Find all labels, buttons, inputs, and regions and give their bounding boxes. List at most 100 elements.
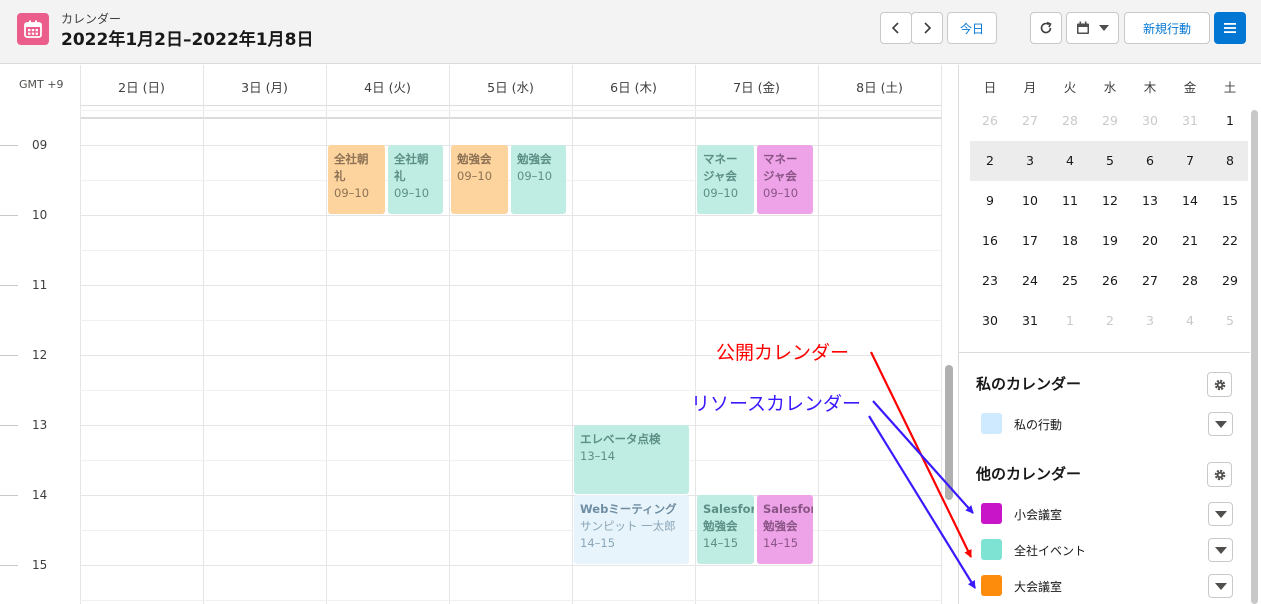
- mini-calendar-day[interactable]: 12: [1090, 193, 1130, 208]
- my-calendars-settings-button[interactable]: [1207, 372, 1232, 397]
- calendar-options-button[interactable]: [1208, 574, 1233, 598]
- page-header: カレンダー 2022年1月2日–2022年1月8日 今日 新規行動: [0, 0, 1261, 64]
- mini-calendar-day[interactable]: 26: [970, 113, 1010, 128]
- event-time: 09–10: [763, 186, 799, 200]
- calendar-options-button[interactable]: [1208, 538, 1233, 562]
- mini-calendar-day[interactable]: 1: [1210, 113, 1250, 128]
- mini-calendar-day[interactable]: 1: [1050, 313, 1090, 328]
- mini-calendar-day[interactable]: 29: [1210, 273, 1250, 288]
- chevron-down-icon: [1215, 421, 1227, 428]
- calendar-color-swatch: [981, 575, 1002, 596]
- timezone-label: GMT +9: [19, 78, 64, 91]
- day-header[interactable]: 4日 (火): [326, 77, 449, 96]
- mini-calendar-day[interactable]: 17: [1010, 233, 1050, 248]
- mini-calendar-day[interactable]: 6: [1130, 153, 1170, 168]
- next-week-button[interactable]: [911, 12, 943, 44]
- mini-calendar-day[interactable]: 4: [1170, 313, 1210, 328]
- calendar-event[interactable]: マネージャ会 09–10: [757, 145, 813, 214]
- gear-icon: [1214, 379, 1226, 391]
- calendar-name: 私の行動: [1014, 418, 1063, 432]
- previous-week-button[interactable]: [880, 12, 912, 44]
- mini-calendar-day[interactable]: 25: [1050, 273, 1090, 288]
- calendar-event[interactable]: Webミーティング サンピット 一太郎 14–15: [574, 495, 689, 564]
- mini-calendar-day[interactable]: 30: [1130, 113, 1170, 128]
- my-calendars-title: 私のカレンダー: [976, 375, 1082, 393]
- hour-label: 15: [32, 558, 48, 572]
- mini-calendar-day[interactable]: 19: [1090, 233, 1130, 248]
- event-title: 勉強会: [517, 152, 552, 166]
- mini-calendar-day[interactable]: 5: [1210, 313, 1250, 328]
- mini-calendar-day[interactable]: 27: [1130, 273, 1170, 288]
- day-header[interactable]: 7日 (金): [695, 77, 818, 96]
- mini-calendar-day[interactable]: 4: [1050, 153, 1090, 168]
- weekday-label: 木: [1143, 80, 1157, 95]
- mini-calendar-day[interactable]: 29: [1090, 113, 1130, 128]
- day-header[interactable]: 5日 (水): [449, 77, 572, 96]
- today-button[interactable]: 今日: [947, 12, 997, 44]
- mini-calendar-day[interactable]: 3: [1010, 153, 1050, 168]
- calendar-view-dropdown[interactable]: [1066, 12, 1119, 44]
- calendar-event[interactable]: 勉強会 09–10: [511, 145, 566, 214]
- mini-calendar-day[interactable]: 2: [1090, 313, 1130, 328]
- mini-calendar-day[interactable]: 8: [1210, 153, 1250, 168]
- calendar-event[interactable]: Salesforce 勉強会 14–15: [697, 495, 754, 564]
- mini-calendar-day[interactable]: 24: [1010, 273, 1050, 288]
- event-time: 09–10: [457, 169, 493, 183]
- mini-calendar-day[interactable]: 9: [970, 193, 1010, 208]
- calendar-event[interactable]: 勉強会 09–10: [451, 145, 508, 214]
- mini-calendar-day[interactable]: 22: [1210, 233, 1250, 248]
- weekday-label: 金: [1183, 80, 1197, 95]
- mini-calendar-day[interactable]: 10: [1010, 193, 1050, 208]
- mini-calendar-day[interactable]: 20: [1130, 233, 1170, 248]
- event-time: 13–14: [580, 449, 616, 463]
- calendar-event[interactable]: エレベータ点検 13–14: [574, 425, 689, 494]
- sidebar-divider: [959, 352, 1250, 353]
- mini-calendar-day[interactable]: 31: [1170, 113, 1210, 128]
- calendar-color-swatch: [981, 413, 1002, 434]
- mini-calendar-day[interactable]: 7: [1170, 153, 1210, 168]
- calendar-event[interactable]: 全社朝礼 09–10: [388, 145, 443, 214]
- day-header[interactable]: 8日 (土): [818, 77, 941, 96]
- calendar-event[interactable]: Salesforce 勉強会 14–15: [757, 495, 813, 564]
- grid-scrollbar[interactable]: [945, 365, 953, 500]
- event-title: 全社朝礼: [394, 152, 429, 183]
- mini-calendar-day[interactable]: 26: [1090, 273, 1130, 288]
- other-calendars-settings-button[interactable]: [1207, 462, 1232, 487]
- mini-calendar-day[interactable]: 31: [1010, 313, 1050, 328]
- mini-calendar-day[interactable]: 28: [1050, 113, 1090, 128]
- mini-calendar-day[interactable]: 27: [1010, 113, 1050, 128]
- hour-label: 11: [32, 278, 48, 292]
- mini-calendar-day[interactable]: 23: [970, 273, 1010, 288]
- mini-calendar-day[interactable]: 5: [1090, 153, 1130, 168]
- mini-calendar-day[interactable]: 15: [1210, 193, 1250, 208]
- weekday-label: 日: [983, 80, 997, 95]
- hour-label: 09: [32, 138, 48, 152]
- mini-calendar-day[interactable]: 13: [1130, 193, 1170, 208]
- mini-calendar-day[interactable]: 2: [970, 153, 1010, 168]
- sidebar-scrollbar[interactable]: [1251, 110, 1258, 604]
- day-header[interactable]: 2日 (日): [80, 77, 203, 96]
- mini-calendar-day[interactable]: 3: [1130, 313, 1170, 328]
- menu-icon: [1224, 23, 1236, 33]
- mini-calendar-day[interactable]: 30: [970, 313, 1010, 328]
- calendar-options-button[interactable]: [1208, 502, 1233, 526]
- calendar-event[interactable]: マネージャ会 09–10: [697, 145, 754, 214]
- chevron-down-icon: [1215, 511, 1227, 518]
- calendar-event[interactable]: 全社朝礼 09–10: [328, 145, 385, 214]
- mini-calendar-day[interactable]: 28: [1170, 273, 1210, 288]
- refresh-button[interactable]: [1030, 12, 1062, 44]
- mini-calendar-day[interactable]: 11: [1050, 193, 1090, 208]
- all-day-row[interactable]: [80, 105, 942, 119]
- mini-calendar-day[interactable]: 21: [1170, 233, 1210, 248]
- event-organizer: サンピット 一太郎: [580, 519, 676, 533]
- mini-calendar-day[interactable]: 18: [1050, 233, 1090, 248]
- event-time: 14–15: [580, 536, 616, 550]
- hour-label: 13: [32, 418, 48, 432]
- calendar-options-button[interactable]: [1208, 412, 1233, 436]
- new-event-button[interactable]: 新規行動: [1124, 12, 1210, 44]
- mini-calendar-day[interactable]: 14: [1170, 193, 1210, 208]
- mini-calendar-day[interactable]: 16: [970, 233, 1010, 248]
- list-view-button[interactable]: [1214, 12, 1246, 44]
- day-header[interactable]: 3日 (月): [203, 77, 326, 96]
- day-header[interactable]: 6日 (木): [572, 77, 695, 96]
